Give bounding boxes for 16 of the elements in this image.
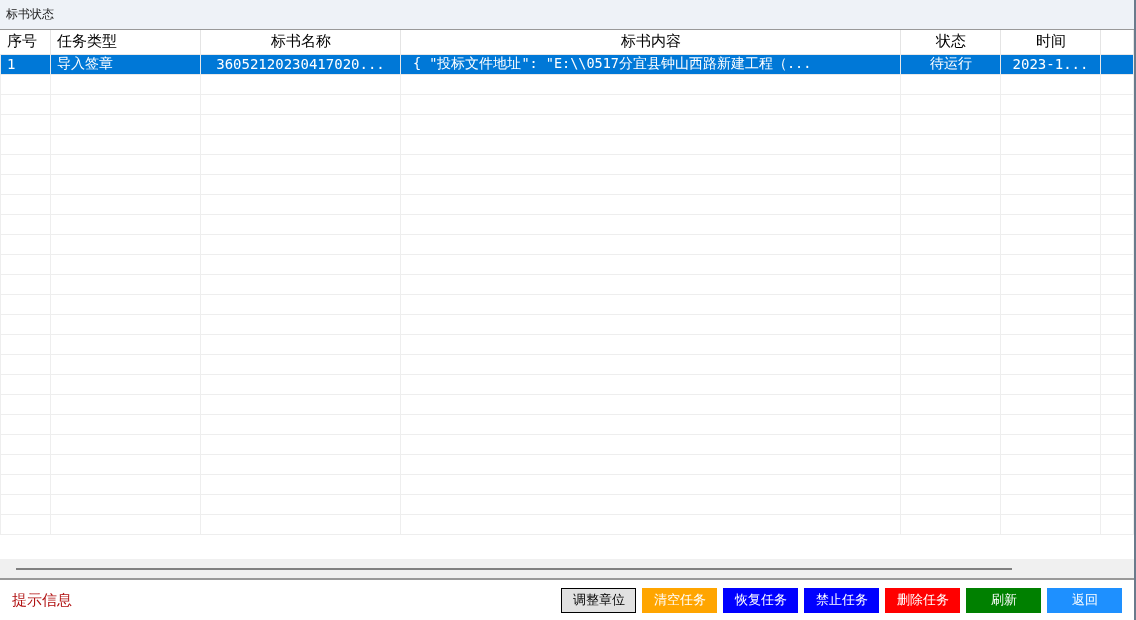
horizontal-scrollbar[interactable] [0, 559, 1134, 580]
action-button[interactable]: 调整章位 [561, 587, 636, 613]
action-button[interactable]: 刷新 [966, 587, 1041, 613]
window-title: 标书状态 [6, 6, 54, 23]
table-cell: { "投标文件地址": "E:\\0517分宜县钟山西路新建工程（... [400, 54, 901, 74]
table-cell: 1 [0, 54, 51, 74]
action-button[interactable]: 恢复任务 [723, 587, 798, 613]
table-cell: 36052120230417020... [200, 54, 401, 74]
table-cell: 导入签章 [50, 54, 201, 74]
table-cell: 待运行 [900, 54, 1001, 74]
table-cell: 2023-1... [1000, 54, 1101, 74]
action-button[interactable]: 禁止任务 [804, 587, 879, 613]
action-button[interactable]: 删除任务 [885, 587, 960, 613]
scrollbar-thumb[interactable] [16, 567, 1012, 570]
table-row[interactable]: 1 导入签章 36052120230417020... { "投标文件地址": "E:\\0517分宜县钟山西路新建工程（... 待运行 2023-1... [0, 54, 1134, 74]
status-message: 提示信息 [12, 590, 72, 610]
